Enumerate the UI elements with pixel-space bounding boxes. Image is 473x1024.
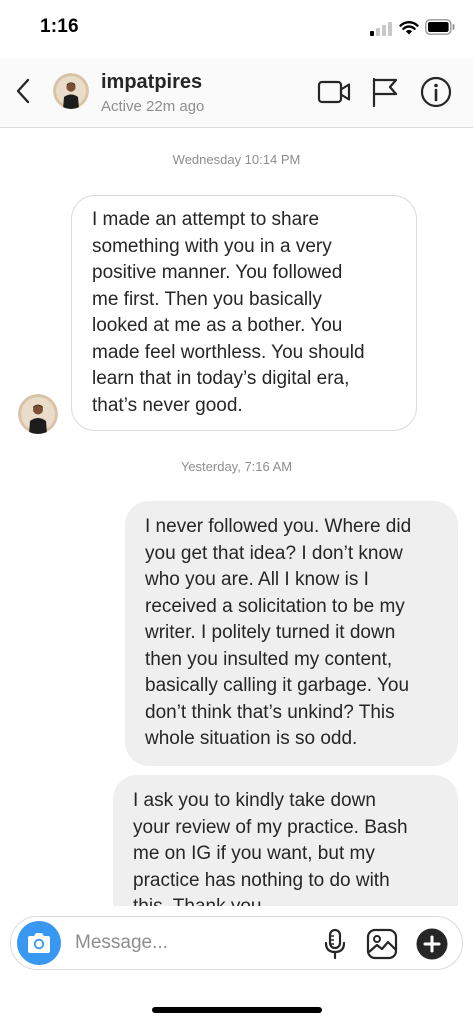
info-icon[interactable]	[420, 76, 452, 108]
chat-header: impatpires Active 22m ago	[0, 58, 473, 128]
back-button[interactable]	[10, 74, 36, 108]
battery-icon	[425, 19, 455, 35]
cellular-signal-icon	[370, 22, 392, 36]
message-line: looked at me as a bother. You	[92, 315, 343, 336]
status-bar: 1:16	[0, 0, 473, 58]
avatar[interactable]	[53, 73, 89, 109]
message-line: something with you in a very	[92, 235, 332, 257]
message-line: learn that in today’s digital era,	[92, 368, 350, 389]
incoming-message-bubble[interactable]: I made an attempt to share something wit…	[71, 195, 417, 431]
gallery-icon[interactable]	[366, 928, 398, 960]
message-line: whole situation is so odd.	[145, 728, 358, 749]
camera-button[interactable]	[17, 921, 61, 965]
message-timestamp: Wednesday 10:14 PM	[172, 152, 301, 167]
message-line: your review of my practice. Bash	[133, 816, 408, 838]
message-line: positive manner. You followed	[92, 262, 343, 283]
message-input[interactable]	[75, 929, 305, 957]
camera-icon	[28, 933, 50, 953]
avatar-image	[18, 394, 58, 434]
status-time: 1:16	[40, 16, 79, 37]
message-line: me on IG if you want, but my	[133, 843, 375, 864]
message-line: who you are. All I know is I	[145, 569, 369, 590]
message-line: basically calling it garbage. You	[145, 675, 410, 696]
message-timestamp: Yesterday, 7:16 AM	[180, 459, 293, 474]
message-line: I never followed you. Where did	[145, 516, 412, 537]
plus-icon[interactable]	[416, 928, 448, 960]
outgoing-message-bubble[interactable]: I never followed you. Where did you get …	[125, 501, 458, 766]
message-line: don’t think that’s unkind? This	[145, 701, 395, 723]
message-composer	[10, 916, 463, 970]
flag-icon[interactable]	[370, 76, 400, 108]
message-line: writer. I politely turned it down	[145, 622, 396, 643]
message-line: that’s never good.	[92, 394, 243, 416]
home-indicator[interactable]	[152, 1007, 322, 1013]
video-call-icon[interactable]	[317, 79, 351, 105]
message-line: I ask you to kindly take down	[133, 790, 376, 811]
active-status: Active 22m ago	[101, 98, 205, 115]
sender-avatar[interactable]	[18, 394, 58, 434]
message-line: I made an attempt to share	[92, 209, 320, 230]
message-line: made feel worthless. You should	[92, 341, 365, 363]
message-line: me first. Then you basically	[92, 288, 322, 310]
message-line: you get that idea? I don’t know	[145, 542, 403, 564]
message-line: practice has nothing to do with	[133, 869, 390, 891]
wifi-icon	[399, 21, 419, 35]
message-line: received a solicitation to be my	[145, 595, 405, 617]
back-chevron-icon	[16, 78, 30, 104]
microphone-icon[interactable]	[323, 928, 347, 960]
avatar-image	[53, 73, 89, 109]
message-line: then you insulted my content,	[145, 648, 393, 670]
chat-username[interactable]: impatpires	[101, 71, 202, 94]
